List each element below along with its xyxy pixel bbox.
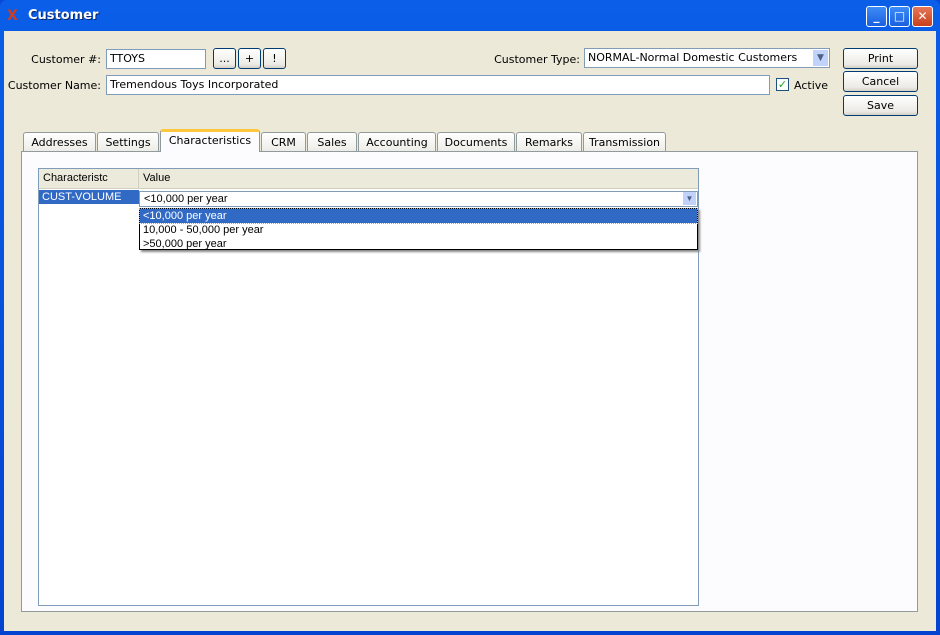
- tab-transmission[interactable]: Transmission: [583, 132, 666, 152]
- value-combobox-text: <10,000 per year: [144, 193, 228, 205]
- value-dropdown-list: <10,000 per year 10,000 - 50,000 per yea…: [139, 208, 698, 250]
- dropdown-option[interactable]: >50,000 per year: [140, 237, 697, 251]
- cell-characteristic[interactable]: CUST-VOLUME: [39, 190, 139, 204]
- customer-window: X Customer _ □ ✕ Customer #: TTOYS ... +…: [0, 0, 940, 635]
- tab-documents[interactable]: Documents: [437, 132, 515, 152]
- cancel-button[interactable]: Cancel: [843, 71, 918, 92]
- close-button[interactable]: ✕: [912, 6, 933, 27]
- column-header-characteristic[interactable]: Characteristc: [39, 169, 139, 189]
- tab-crm[interactable]: CRM: [261, 132, 306, 152]
- minimize-button[interactable]: _: [866, 6, 887, 27]
- tab-remarks[interactable]: Remarks: [516, 132, 582, 152]
- value-combobox[interactable]: <10,000 per year ▼: [139, 191, 698, 207]
- customer-name-label: Customer Name:: [7, 79, 101, 92]
- customer-type-label: Customer Type:: [494, 53, 580, 66]
- tab-sales[interactable]: Sales: [307, 132, 357, 152]
- title-bar[interactable]: X Customer _ □ ✕: [0, 0, 940, 31]
- column-header-value[interactable]: Value: [139, 169, 698, 189]
- app-logo-icon: X: [7, 8, 18, 24]
- tab-accounting[interactable]: Accounting: [358, 132, 436, 152]
- active-checkbox[interactable]: ✓: [776, 78, 789, 91]
- chevron-down-icon[interactable]: ▼: [813, 50, 828, 66]
- lookup-button[interactable]: ...: [213, 48, 236, 69]
- alert-button[interactable]: !: [263, 48, 286, 69]
- customer-number-label: Customer #:: [31, 53, 101, 66]
- tab-characteristics[interactable]: Characteristics: [160, 129, 260, 152]
- chevron-down-icon[interactable]: ▼: [683, 192, 696, 205]
- window-client: Customer #: TTOYS ... + ! Customer Name:…: [4, 31, 936, 631]
- dropdown-option[interactable]: <10,000 per year: [139, 208, 698, 224]
- dropdown-option[interactable]: 10,000 - 50,000 per year: [140, 223, 697, 237]
- tab-addresses[interactable]: Addresses: [23, 132, 96, 152]
- tab-settings[interactable]: Settings: [97, 132, 159, 152]
- new-customer-button[interactable]: +: [238, 48, 261, 69]
- print-button[interactable]: Print: [843, 48, 918, 69]
- active-label[interactable]: Active: [794, 79, 828, 92]
- window-title: Customer: [28, 8, 99, 23]
- customer-name-field[interactable]: Tremendous Toys Incorporated: [106, 75, 770, 95]
- save-button[interactable]: Save: [843, 95, 918, 116]
- maximize-button[interactable]: □: [889, 6, 910, 27]
- customer-type-select[interactable]: NORMAL-Normal Domestic Customers ▼: [584, 48, 830, 68]
- customer-type-value: NORMAL-Normal Domestic Customers: [588, 51, 798, 64]
- characteristics-table: Characteristc Value CUST-VOLUME <10,000 …: [38, 168, 699, 606]
- customer-number-field[interactable]: TTOYS: [106, 49, 206, 69]
